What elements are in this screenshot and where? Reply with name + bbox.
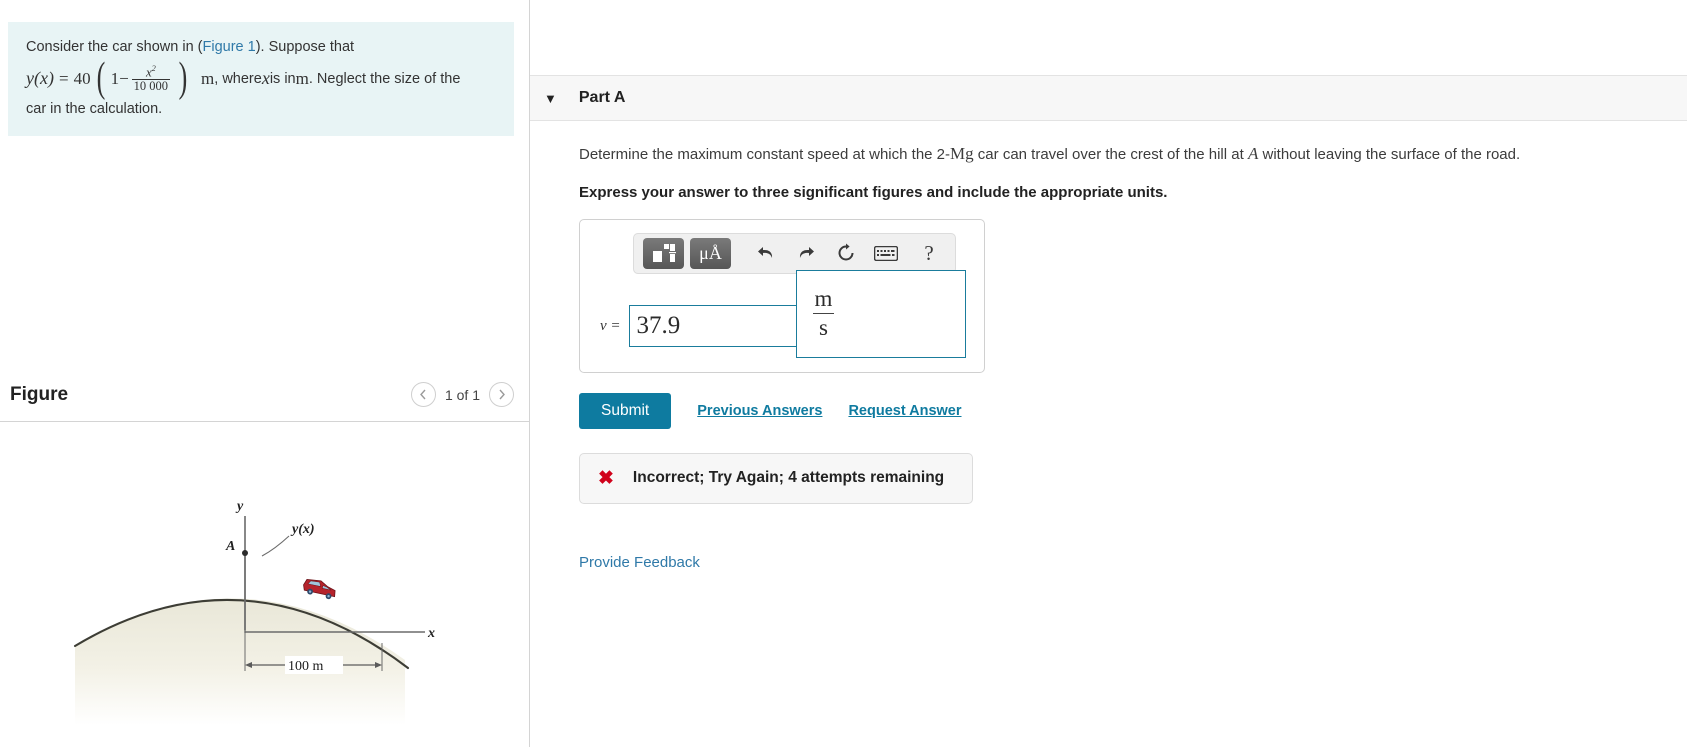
problem-intro-before: Consider the car shown in (	[26, 39, 203, 55]
redo-arrow-icon	[799, 247, 814, 258]
question-pre: Determine the maximum constant speed at …	[579, 146, 951, 163]
point-a-marker	[242, 550, 248, 556]
fraction-numerator: x2	[145, 64, 156, 80]
figure-diagram-container: y x A y(x) 100 m	[0, 425, 530, 747]
curve-label-leader	[261, 535, 290, 557]
answer-unit-input[interactable]: m s	[795, 269, 966, 358]
unit-fraction: m s	[809, 286, 839, 341]
figure-count-label: 1 of 1	[444, 386, 480, 403]
math-template-button[interactable]	[643, 237, 684, 269]
paren-close: )	[178, 55, 188, 102]
x-axis-label: x	[427, 626, 435, 641]
equation-fraction: x2 10 000	[131, 64, 171, 94]
equation-lhs: y(x)	[26, 68, 54, 89]
page-root: Consider the car shown in (Figure 1). Su…	[0, 0, 1687, 747]
problem-statement: Consider the car shown in (Figure 1). Su…	[8, 22, 514, 137]
fraction-denominator: 10 000	[131, 79, 171, 94]
equation-tail-1: , where	[214, 70, 262, 87]
feedback-message: Incorrect; Try Again; 4 attempts remaini…	[632, 469, 945, 486]
undo-button[interactable]	[749, 238, 783, 269]
car-illustration	[303, 579, 336, 600]
question-post: without leaving the surface of the road.	[1258, 146, 1521, 163]
provide-feedback-link[interactable]: Provide Feedback	[579, 554, 1687, 571]
figure-reference-link[interactable]: Figure 1	[203, 39, 256, 55]
problem-equation: y(x) = 40 ( 1− x2 10 000 ) m , where x i…	[26, 55, 498, 102]
previous-answers-link[interactable]: Previous Answers	[697, 403, 822, 419]
equation-unit: m	[201, 68, 215, 88]
keyboard-button[interactable]	[869, 238, 903, 269]
question-point-label: A	[1247, 144, 1259, 163]
problem-intro-after: ). Suppose that	[255, 39, 355, 55]
part-a-body: Determine the maximum constant speed at …	[530, 121, 1687, 571]
figure-title: Figure	[10, 383, 69, 405]
point-a-label: A	[225, 539, 235, 554]
question-text: Determine the maximum constant speed at …	[579, 141, 1687, 167]
question-mark-icon: ?	[924, 240, 934, 265]
paren-open: (	[96, 55, 105, 102]
keyboard-icon	[874, 245, 898, 261]
units-button[interactable]: μÅ	[690, 237, 731, 269]
answer-input-row: v = 37.9 m s	[590, 269, 974, 358]
equation-tail-unit: m	[295, 68, 309, 88]
equation-tail-3: . Neglect the size of the	[308, 70, 461, 87]
left-panel: Consider the car shown in (Figure 1). Su…	[0, 0, 530, 747]
curve-label: y(x)	[290, 522, 315, 537]
equation-coefficient: 40	[73, 68, 91, 88]
part-title: Part A	[578, 89, 626, 106]
part-a-header[interactable]: ▼ Part A	[530, 75, 1687, 121]
reset-circular-arrow-icon	[838, 243, 854, 261]
chevron-left-icon	[420, 389, 426, 400]
submit-button[interactable]: Submit	[579, 392, 672, 429]
help-button[interactable]: ?	[909, 238, 943, 269]
redo-button[interactable]	[789, 238, 823, 269]
equation-equals: =	[58, 68, 69, 88]
feedback-banner: ✖ Incorrect; Try Again; 4 attempts remai…	[579, 452, 973, 504]
math-template-icon	[652, 244, 676, 262]
micro-angstrom-units-icon: μÅ	[699, 243, 722, 263]
hill-car-diagram: y x A y(x) 100 m	[73, 499, 435, 725]
question-mass-unit: Mg	[950, 144, 974, 163]
y-axis-label: y	[235, 499, 244, 514]
unit-denominator: s	[813, 313, 834, 341]
figure-navigation: 1 of 1	[410, 382, 514, 407]
answer-instruction: Express your answer to three significant…	[579, 183, 1168, 201]
fraction-exponent: 2	[151, 64, 156, 74]
chevron-right-icon	[498, 389, 505, 400]
action-buttons-row: Submit Previous Answers Request Answer	[579, 392, 1687, 429]
reset-button[interactable]	[829, 238, 863, 269]
right-panel: ▼ Part A Determine the maximum constant …	[530, 0, 1687, 747]
answer-variable-label: v =	[600, 317, 621, 334]
hill-fill	[75, 598, 405, 725]
figure-header: Figure 1 of 1	[0, 382, 530, 422]
figure-prev-button[interactable]	[410, 382, 436, 407]
undo-arrow-icon	[758, 247, 773, 258]
answer-entry-panel: μÅ ? v = 37.9 m s	[579, 218, 985, 373]
caret-down-icon[interactable]: ▼	[544, 92, 557, 105]
equation-one-minus: 1−	[110, 68, 129, 88]
answer-toolbar: μÅ ?	[633, 232, 956, 274]
equation-tail-2: is in	[269, 70, 296, 87]
unit-numerator: m	[814, 286, 833, 311]
question-mid: car can travel over the crest of the hil…	[973, 146, 1248, 163]
request-answer-link[interactable]: Request Answer	[848, 403, 961, 419]
dimension-label: 100 m	[288, 659, 324, 674]
figure-next-button[interactable]	[489, 382, 514, 407]
equation-tail-var: x	[261, 68, 270, 89]
answer-value-input[interactable]: 37.9	[628, 305, 797, 347]
x-mark-icon: ✖	[598, 467, 614, 489]
